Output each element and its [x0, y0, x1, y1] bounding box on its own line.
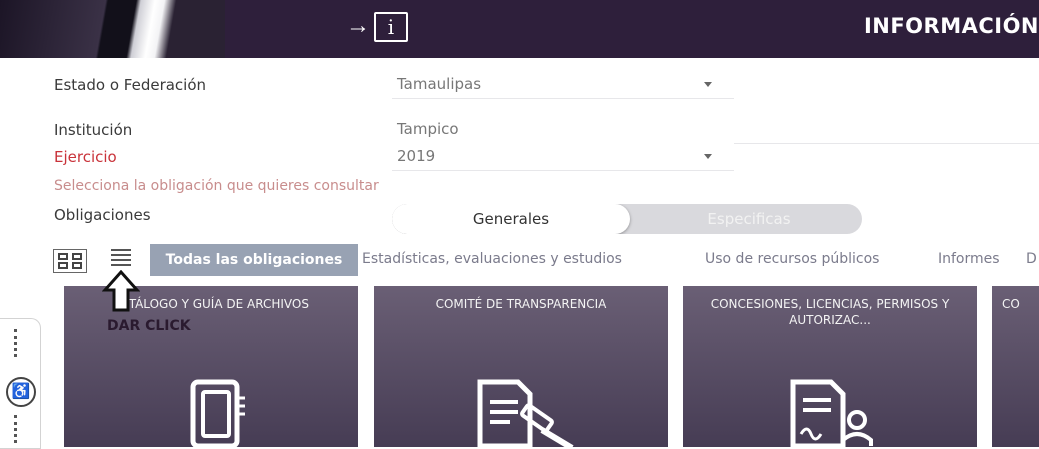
tab-informes[interactable]: Informes	[938, 251, 1000, 267]
hint-text: Selecciona la obligación que quieres con…	[54, 178, 379, 194]
top-header: → i INFORMACIÓN	[0, 0, 1039, 58]
estado-value: Tamaulipas	[397, 75, 482, 93]
institucion-select[interactable]: Tampico	[392, 115, 1039, 144]
obligaciones-label: Obligaciones	[54, 206, 151, 224]
dots-icon	[14, 415, 27, 443]
document-person-icon	[790, 379, 873, 447]
ejercicio-select[interactable]: 2019	[392, 142, 734, 171]
document-gavel-icon	[477, 379, 574, 447]
ejercicio-value: 2019	[397, 147, 436, 165]
toggle-generales[interactable]: Generales	[392, 204, 630, 234]
institucion-label: Institución	[54, 121, 133, 139]
grid-view-icon[interactable]	[53, 249, 87, 273]
site-logo[interactable]	[0, 0, 225, 58]
tab-d[interactable]: D	[1026, 251, 1037, 267]
accessibility-icon[interactable]: ♿	[6, 377, 36, 407]
card-title: CO	[1002, 297, 1020, 311]
exit-info-icon[interactable]: → i	[346, 10, 416, 42]
card-title: CONCESIONES, LICENCIAS, PERMISOS Y AUTOR…	[710, 297, 950, 327]
card-title: COMITÉ DE TRANSPARENCIA	[435, 297, 607, 311]
card-partial[interactable]: CO	[992, 286, 1039, 447]
accessibility-widget[interactable]: ♿	[0, 318, 41, 449]
tab-all-obligations[interactable]: Todas las obligaciones	[150, 244, 358, 276]
institucion-value: Tampico	[397, 120, 459, 138]
obligaciones-toggle[interactable]: Generales Especificas	[392, 204, 862, 234]
binder-icon	[190, 379, 245, 447]
estado-label: Estado o Federación	[54, 76, 207, 94]
card-concesiones[interactable]: CONCESIONES, LICENCIAS, PERMISOS Y AUTOR…	[683, 286, 977, 447]
chevron-down-icon	[704, 82, 712, 87]
up-arrow-icon	[102, 270, 140, 312]
header-title: INFORMACIÓN	[863, 14, 1039, 38]
ejercicio-label: Ejercicio	[54, 148, 117, 166]
tab-uso-recursos[interactable]: Uso de recursos públicos	[705, 251, 879, 267]
chevron-down-icon	[704, 154, 712, 159]
dots-icon	[14, 329, 27, 357]
annotation-text: DAR CLICK	[107, 318, 191, 334]
list-view-icon[interactable]	[111, 246, 131, 272]
tab-estadisticas[interactable]: Estadísticas, evaluaciones y estudios	[362, 251, 622, 267]
card-comite[interactable]: COMITÉ DE TRANSPARENCIA	[374, 286, 668, 447]
estado-select[interactable]: Tamaulipas	[392, 70, 734, 99]
toggle-especificas[interactable]: Especificas	[636, 204, 862, 234]
